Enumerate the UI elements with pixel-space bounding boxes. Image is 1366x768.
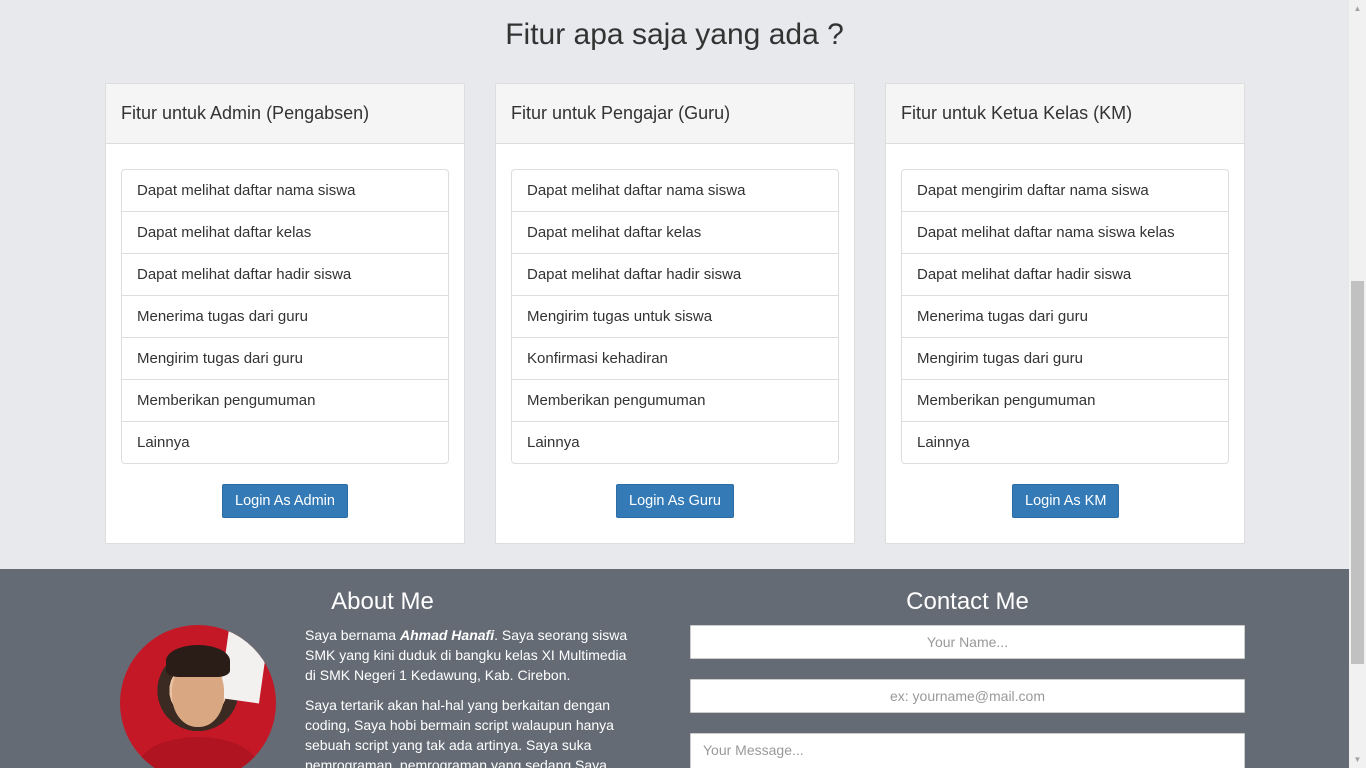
login-as-km-button[interactable]: Login As KM	[1012, 484, 1120, 518]
list-item: Dapat melihat daftar hadir siswa	[902, 254, 1228, 296]
list-item: Konfirmasi kehadiran	[512, 338, 838, 380]
list-item: Memberikan pengumuman	[902, 380, 1228, 422]
guru-feature-list: Dapat melihat daftar nama siswa Dapat me…	[511, 169, 839, 464]
list-item: Memberikan pengumuman	[512, 380, 838, 422]
km-feature-list: Dapat mengirim daftar nama siswa Dapat m…	[901, 169, 1229, 464]
name-input[interactable]	[690, 625, 1245, 659]
about-me-text: Saya bernama Ahmad Hanafi. Saya seorang …	[305, 625, 640, 768]
list-item: Dapat melihat daftar kelas	[122, 212, 448, 254]
list-item: Menerima tugas dari guru	[902, 296, 1228, 338]
features-title: Fitur apa saja yang ada ?	[505, 18, 844, 51]
list-item: Memberikan pengumuman	[122, 380, 448, 422]
about-me-title: About Me	[331, 588, 434, 615]
list-item: Lainnya	[917, 434, 970, 451]
km-panel-heading: Fitur untuk Ketua Kelas (KM)	[886, 84, 1244, 144]
list-item: Dapat melihat daftar nama siswa	[122, 170, 448, 212]
guru-feature-panel: Fitur untuk Pengajar (Guru) Dapat meliha…	[495, 83, 855, 544]
list-item: Dapat melihat daftar nama siswa kelas	[902, 212, 1228, 254]
message-textarea[interactable]	[690, 733, 1245, 768]
admin-feature-list: Dapat melihat daftar nama siswa Dapat me…	[121, 169, 449, 464]
login-as-guru-button[interactable]: Login As Guru	[616, 484, 734, 518]
list-item: Mengirim tugas dari guru	[902, 338, 1228, 380]
page: Fitur apa saja yang ada ? Fitur untuk Ad…	[0, 0, 1349, 768]
scroll-up-arrow-icon[interactable]: ▲	[1349, 0, 1366, 17]
list-item: Dapat melihat daftar nama siswa	[512, 170, 838, 212]
about-paragraph-1: Saya bernama Ahmad Hanafi. Saya seorang …	[305, 627, 628, 683]
km-feature-panel: Fitur untuk Ketua Kelas (KM) Dapat mengi…	[885, 83, 1245, 544]
scroll-down-arrow-icon[interactable]: ▼	[1349, 751, 1366, 768]
email-input[interactable]	[690, 679, 1245, 713]
list-item: Dapat mengirim daftar nama siswa	[902, 170, 1228, 212]
list-item: Menerima tugas dari guru	[122, 296, 448, 338]
guru-panel-heading: Fitur untuk Pengajar (Guru)	[496, 84, 854, 144]
features-section: Fitur apa saja yang ada ? Fitur untuk Ad…	[0, 0, 1349, 569]
list-item: Mengirim tugas untuk siswa	[512, 296, 838, 338]
contact-me-title: Contact Me	[906, 588, 1029, 615]
author-name: Ahmad Hanafi	[399, 627, 495, 643]
admin-feature-panel: Fitur untuk Admin (Pengabsen) Dapat meli…	[105, 83, 465, 544]
vertical-scrollbar[interactable]: ▲ ▼	[1349, 0, 1366, 768]
list-item: Lainnya	[527, 434, 580, 451]
list-item: Dapat melihat daftar kelas	[512, 212, 838, 254]
list-item: Dapat melihat daftar hadir siswa	[512, 254, 838, 296]
about-paragraph-2: Saya tertarik akan hal-hal yang berkaita…	[305, 697, 614, 768]
admin-panel-heading: Fitur untuk Admin (Pengabsen)	[106, 84, 464, 144]
list-item: Mengirim tugas dari guru	[122, 338, 448, 380]
list-item: Lainnya	[137, 434, 190, 451]
login-as-admin-button[interactable]: Login As Admin	[222, 484, 348, 518]
scrollbar-thumb[interactable]	[1351, 281, 1364, 664]
list-item: Dapat melihat daftar hadir siswa	[122, 254, 448, 296]
profile-photo	[120, 625, 276, 768]
footer-section: About Me Saya bernama Ahmad Hanafi. Saya…	[0, 569, 1349, 768]
